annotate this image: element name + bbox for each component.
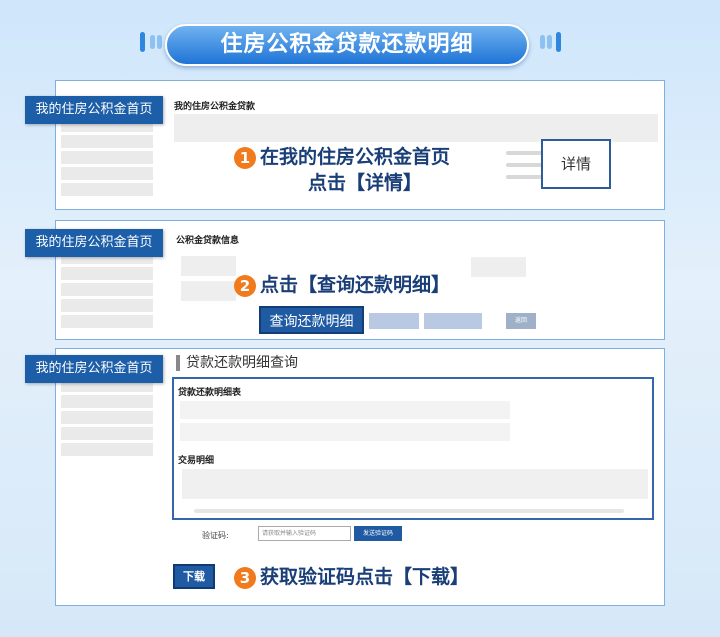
sidebar-item[interactable] [61,299,153,312]
step3-line: 3 获取验证码点击【下载】 [234,562,469,589]
sidebar-menu [61,251,153,331]
home-tag[interactable]: 我的住房公积金首页 [25,96,163,124]
return-button[interactable]: 返回 [506,313,536,329]
decor-bar [547,35,552,49]
sidebar-item[interactable] [61,183,153,196]
step-badge: 2 [234,274,256,297]
verify-code-input[interactable]: 请获取并输入验证码 [258,526,351,541]
decor-bar [140,32,145,52]
step-badge: 3 [234,566,256,589]
table-header [174,114,658,142]
query-repayment-button[interactable]: 查询还款明细 [259,306,364,334]
sidebar-item[interactable] [61,135,153,148]
info-field [181,256,236,276]
step1-text: 在我的住房公积金首页 [260,146,451,168]
sidebar-item[interactable] [61,315,153,328]
step1-line2: 点击【详情】 [308,172,423,194]
table-row [180,401,510,419]
download-button[interactable]: 下载 [173,564,215,589]
step2-text: 点击【查询还款明细】 [260,274,451,296]
decor-bar [556,32,561,52]
step1-line1: 1 在我的住房公积金首页 [234,142,450,169]
info-field [471,257,526,277]
sidebar-item[interactable] [61,443,153,456]
step-badge: 1 [234,146,256,169]
sidebar-item[interactable] [61,151,153,164]
home-tag[interactable]: 我的住房公积金首页 [25,229,163,257]
sidebar-item[interactable] [61,411,153,424]
title-banner: 住房公积金贷款还款明细 [0,22,720,70]
decor-bar [150,35,155,49]
sidebar-item[interactable] [61,167,153,180]
detail-button[interactable]: 详情 [541,139,611,189]
sidebar-item[interactable] [61,427,153,440]
home-tag[interactable]: 我的住房公积金首页 [25,355,163,383]
section-title: 我的住房公积金贷款 [174,102,256,112]
decor-bar [540,35,545,49]
table-title: 贷款还款明细表 [178,388,242,398]
transaction-header [182,469,648,499]
section-title: 公积金贷款信息 [176,236,240,246]
repayment-table-frame: 贷款还款明细表 交易明细 [172,377,654,520]
decor-bar [157,35,162,49]
ghost-button[interactable] [424,313,482,329]
step3-text: 获取验证码点击【下载】 [260,566,470,588]
transaction-title: 交易明细 [178,456,215,466]
page-title: 住房公积金贷款还款明细 [165,24,529,66]
sidebar-item[interactable] [61,395,153,408]
info-field [181,281,236,301]
step2-line: 2 点击【查询还款明细】 [234,270,450,297]
send-code-button[interactable]: 发送验证码 [354,526,402,541]
ghost-button[interactable] [369,313,419,329]
table-cell [506,163,546,167]
sidebar-item[interactable] [61,283,153,296]
verify-label: 验证码: [202,531,229,540]
table-row [180,423,510,441]
query-header: 贷款还款明细查询 [176,355,298,371]
sidebar-menu [61,379,153,459]
table-cell [506,151,546,155]
sidebar-menu [61,119,153,199]
transaction-row [194,509,624,513]
table-cell [506,175,546,179]
sidebar-item[interactable] [61,267,153,280]
